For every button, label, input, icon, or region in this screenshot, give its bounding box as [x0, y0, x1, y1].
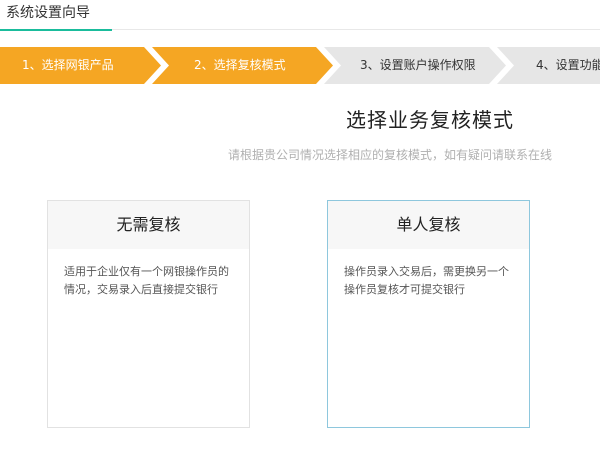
- card-title: 无需复核: [48, 201, 249, 249]
- step-4-label: 4、设置功能: [536, 58, 600, 72]
- step-3-label: 3、设置账户操作权限: [360, 58, 476, 72]
- page-title: 选择业务复核模式: [346, 108, 514, 132]
- card-description: 适用于企业仅有一个网银操作员的情况，交易录入后直接提交银行: [64, 265, 229, 296]
- page-subtitle: 请根据贵公司情况选择相应的复核模式，如有疑问请联系在线: [228, 148, 553, 162]
- tab-setup-wizard-label: 系统设置向导: [6, 5, 90, 21]
- card-description: 操作员录入交易后，需更换另一个操作员复核才可提交银行: [344, 265, 509, 296]
- review-mode-card-single[interactable]: 单人复核 操作员录入交易后，需更换另一个操作员复核才可提交银行: [327, 200, 530, 428]
- step-2-label: 2、选择复核模式: [194, 58, 286, 72]
- tab-bar: 系统设置向导: [0, 0, 600, 31]
- active-tab-underline: [0, 29, 112, 31]
- card-title: 单人复核: [328, 201, 529, 249]
- step-progress-bar: 1、选择网银产品 2、选择复核模式 3、设置账户操作权限 4、设置功能: [0, 47, 600, 84]
- tab-setup-wizard[interactable]: 系统设置向导: [0, 0, 112, 31]
- wizard-page: 系统设置向导 1、选择网银产品 2、选择复核模式 3、设置账户操作权限 4、设置…: [0, 0, 600, 456]
- review-mode-card-none[interactable]: 无需复核 适用于企业仅有一个网银操作员的情况，交易录入后直接提交银行: [47, 200, 250, 428]
- step-1-label: 1、选择网银产品: [22, 58, 114, 72]
